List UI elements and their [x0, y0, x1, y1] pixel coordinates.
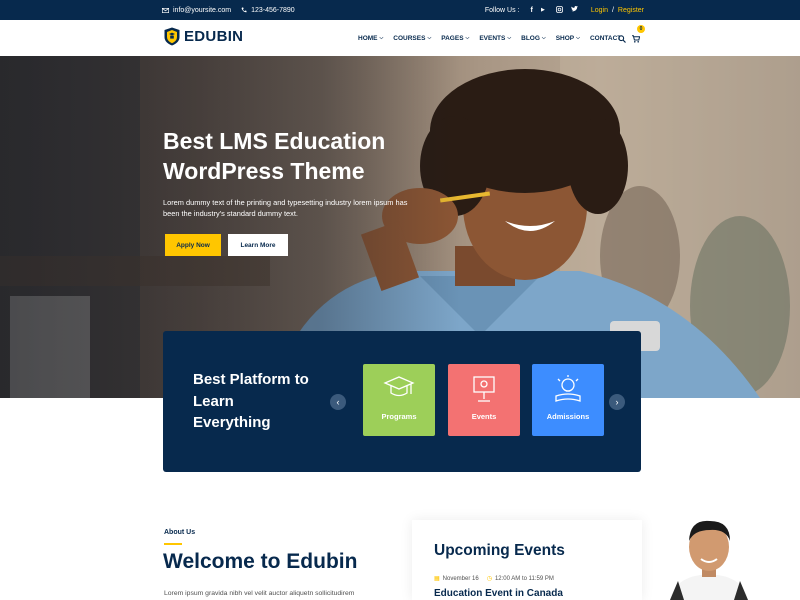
- chevron-down-icon: ⌵: [576, 35, 580, 41]
- auth-separator: /: [611, 6, 614, 14]
- presentation-icon: [473, 376, 495, 402]
- cart-count-badge: 0: [637, 25, 645, 33]
- event-name-link[interactable]: Education Event in Canada: [434, 588, 563, 599]
- event-time: ◷ 12:00 AM to 11:59 PM: [486, 575, 554, 583]
- nav-label: COURSES: [393, 34, 426, 42]
- chevron-down-icon: ⌵: [507, 35, 512, 41]
- about-underline: [164, 543, 182, 545]
- chevron-down-icon: ⌵: [465, 35, 470, 41]
- social-links: f ▶: [526, 5, 581, 15]
- chevron-down-icon: ⌵: [541, 35, 546, 41]
- student-photo: [670, 520, 748, 600]
- next-arrow-button[interactable]: ›: [609, 394, 625, 410]
- about-text: Lorem ipsum gravida nibh vel velit aucto…: [164, 590, 355, 597]
- instagram-icon[interactable]: [555, 5, 563, 15]
- chevron-down-icon: ⌵: [379, 35, 384, 41]
- contact-info: info@yoursite.com 123-456-7890: [162, 0, 305, 20]
- phone-item[interactable]: 123-456-7890: [241, 7, 295, 14]
- twitter-icon[interactable]: [570, 6, 578, 14]
- main-nav: HOME ⌵ COURSES ⌵ PAGES ⌵ EVENTS ⌵ BLOG ⌵ SHOP…: [358, 20, 621, 56]
- card-admissions[interactable]: Admissions: [532, 364, 604, 436]
- email-item[interactable]: info@yoursite.com: [162, 7, 231, 14]
- envelope-icon: [162, 7, 169, 13]
- learn-more-button[interactable]: Learn More: [228, 234, 288, 256]
- login-link[interactable]: Login: [591, 7, 608, 14]
- nav-label: SHOP: [555, 34, 575, 42]
- upcoming-events-card: Upcoming Events ▦ November 16 ◷ 12:00 AM t…: [412, 520, 642, 600]
- logo-text: EDUBIN: [184, 28, 244, 45]
- event-meta: ▦ November 16 ◷ 12:00 AM to 11:59 PM: [434, 575, 562, 583]
- apply-now-button[interactable]: Apply Now: [165, 234, 221, 256]
- nav-item-contact[interactable]: CONTACT: [590, 35, 621, 42]
- email-text: info@yoursite.com: [173, 6, 232, 14]
- auth-links: Login / Register: [591, 7, 644, 14]
- search-icon[interactable]: [618, 35, 626, 43]
- hero-subtitle: Lorem dummy text of the printing and typ…: [163, 198, 408, 218]
- nav-item-events[interactable]: EVENTS ⌵: [479, 35, 511, 42]
- card-programs[interactable]: Programs: [363, 364, 435, 436]
- phone-icon: [241, 7, 247, 13]
- lightbulb-icon: [555, 375, 581, 402]
- card-label: Programs: [381, 412, 417, 421]
- graduation-cap-icon: [383, 376, 415, 397]
- nav-label: BLOG: [521, 34, 540, 42]
- card-label: Events: [471, 412, 497, 421]
- phone-text: 123-456-7890: [251, 6, 295, 14]
- clock-icon: ◷: [486, 576, 492, 582]
- chevron-right-icon: ›: [615, 397, 619, 407]
- card-events[interactable]: Events: [448, 364, 520, 436]
- follow-label: Follow Us :: [484, 6, 520, 14]
- nav-item-pages[interactable]: PAGES ⌵: [441, 35, 469, 42]
- shield-logo-icon: [164, 27, 180, 46]
- platform-box: Best Platform to Learn Everything ‹ Prog…: [163, 331, 641, 472]
- event-time-text: 12:00 AM to 11:59 PM: [494, 575, 554, 582]
- nav-item-courses[interactable]: COURSES ⌵: [393, 35, 431, 42]
- event-date: ▦ November 16: [434, 575, 479, 583]
- main-header: EDUBIN HOME ⌵ COURSES ⌵ PAGES ⌵ EVENTS ⌵ BLO…: [0, 20, 800, 56]
- platform-title: Best Platform to Learn Everything: [193, 371, 309, 431]
- header-icons: 0: [618, 25, 645, 48]
- cart-icon: [632, 35, 641, 43]
- welcome-title: Welcome to Edubin: [163, 550, 358, 573]
- nav-item-home[interactable]: HOME ⌵: [358, 35, 383, 42]
- nav-label: CONTACT: [589, 34, 622, 42]
- facebook-icon[interactable]: f: [530, 7, 532, 14]
- topbar-right: Follow Us : f ▶ Login / Register: [485, 0, 644, 20]
- nav-label: PAGES: [441, 34, 464, 42]
- svg-text:▶: ▶: [541, 7, 545, 12]
- chevron-down-icon: ⌵: [427, 35, 432, 41]
- chevron-left-icon: ‹: [336, 397, 340, 407]
- nav-item-blog[interactable]: BLOG ⌵: [521, 35, 546, 42]
- nav-label: HOME: [358, 34, 378, 42]
- cart-button[interactable]: 0: [632, 25, 645, 48]
- prev-arrow-button[interactable]: ‹: [330, 394, 346, 410]
- nav-item-shop[interactable]: SHOP ⌵: [556, 35, 580, 42]
- site-logo[interactable]: EDUBIN: [164, 27, 243, 46]
- youtube-icon[interactable]: ▶: [541, 6, 548, 14]
- hero-title: Best LMS Education WordPress Theme: [163, 128, 386, 184]
- card-label: Admissions: [546, 412, 590, 421]
- top-bar: info@yoursite.com 123-456-7890 Follow Us…: [0, 0, 800, 20]
- calendar-icon: ▦: [434, 576, 440, 582]
- events-title: Upcoming Events: [434, 542, 565, 559]
- about-label: About Us: [164, 529, 196, 536]
- event-date-text: November 16: [442, 575, 479, 582]
- nav-label: EVENTS: [479, 34, 506, 42]
- register-link[interactable]: Register: [618, 7, 644, 14]
